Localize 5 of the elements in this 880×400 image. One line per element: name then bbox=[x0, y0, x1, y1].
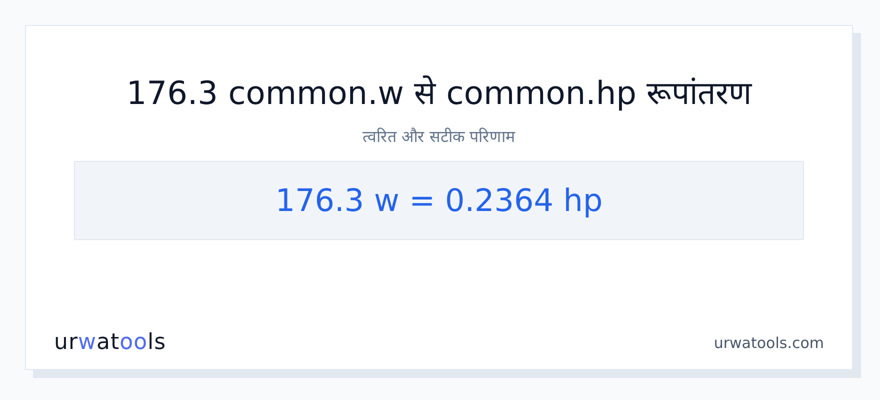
result-text: 176.3 w = 0.2364 hp bbox=[275, 182, 603, 218]
page-title: 176.3 common.w से common.hp रूपांतरण bbox=[126, 73, 752, 113]
site-link[interactable]: urwatools.com bbox=[714, 334, 824, 352]
logo-text: urwatools bbox=[54, 330, 166, 355]
subtitle: त्वरित और सटीक परिणाम bbox=[362, 126, 516, 147]
